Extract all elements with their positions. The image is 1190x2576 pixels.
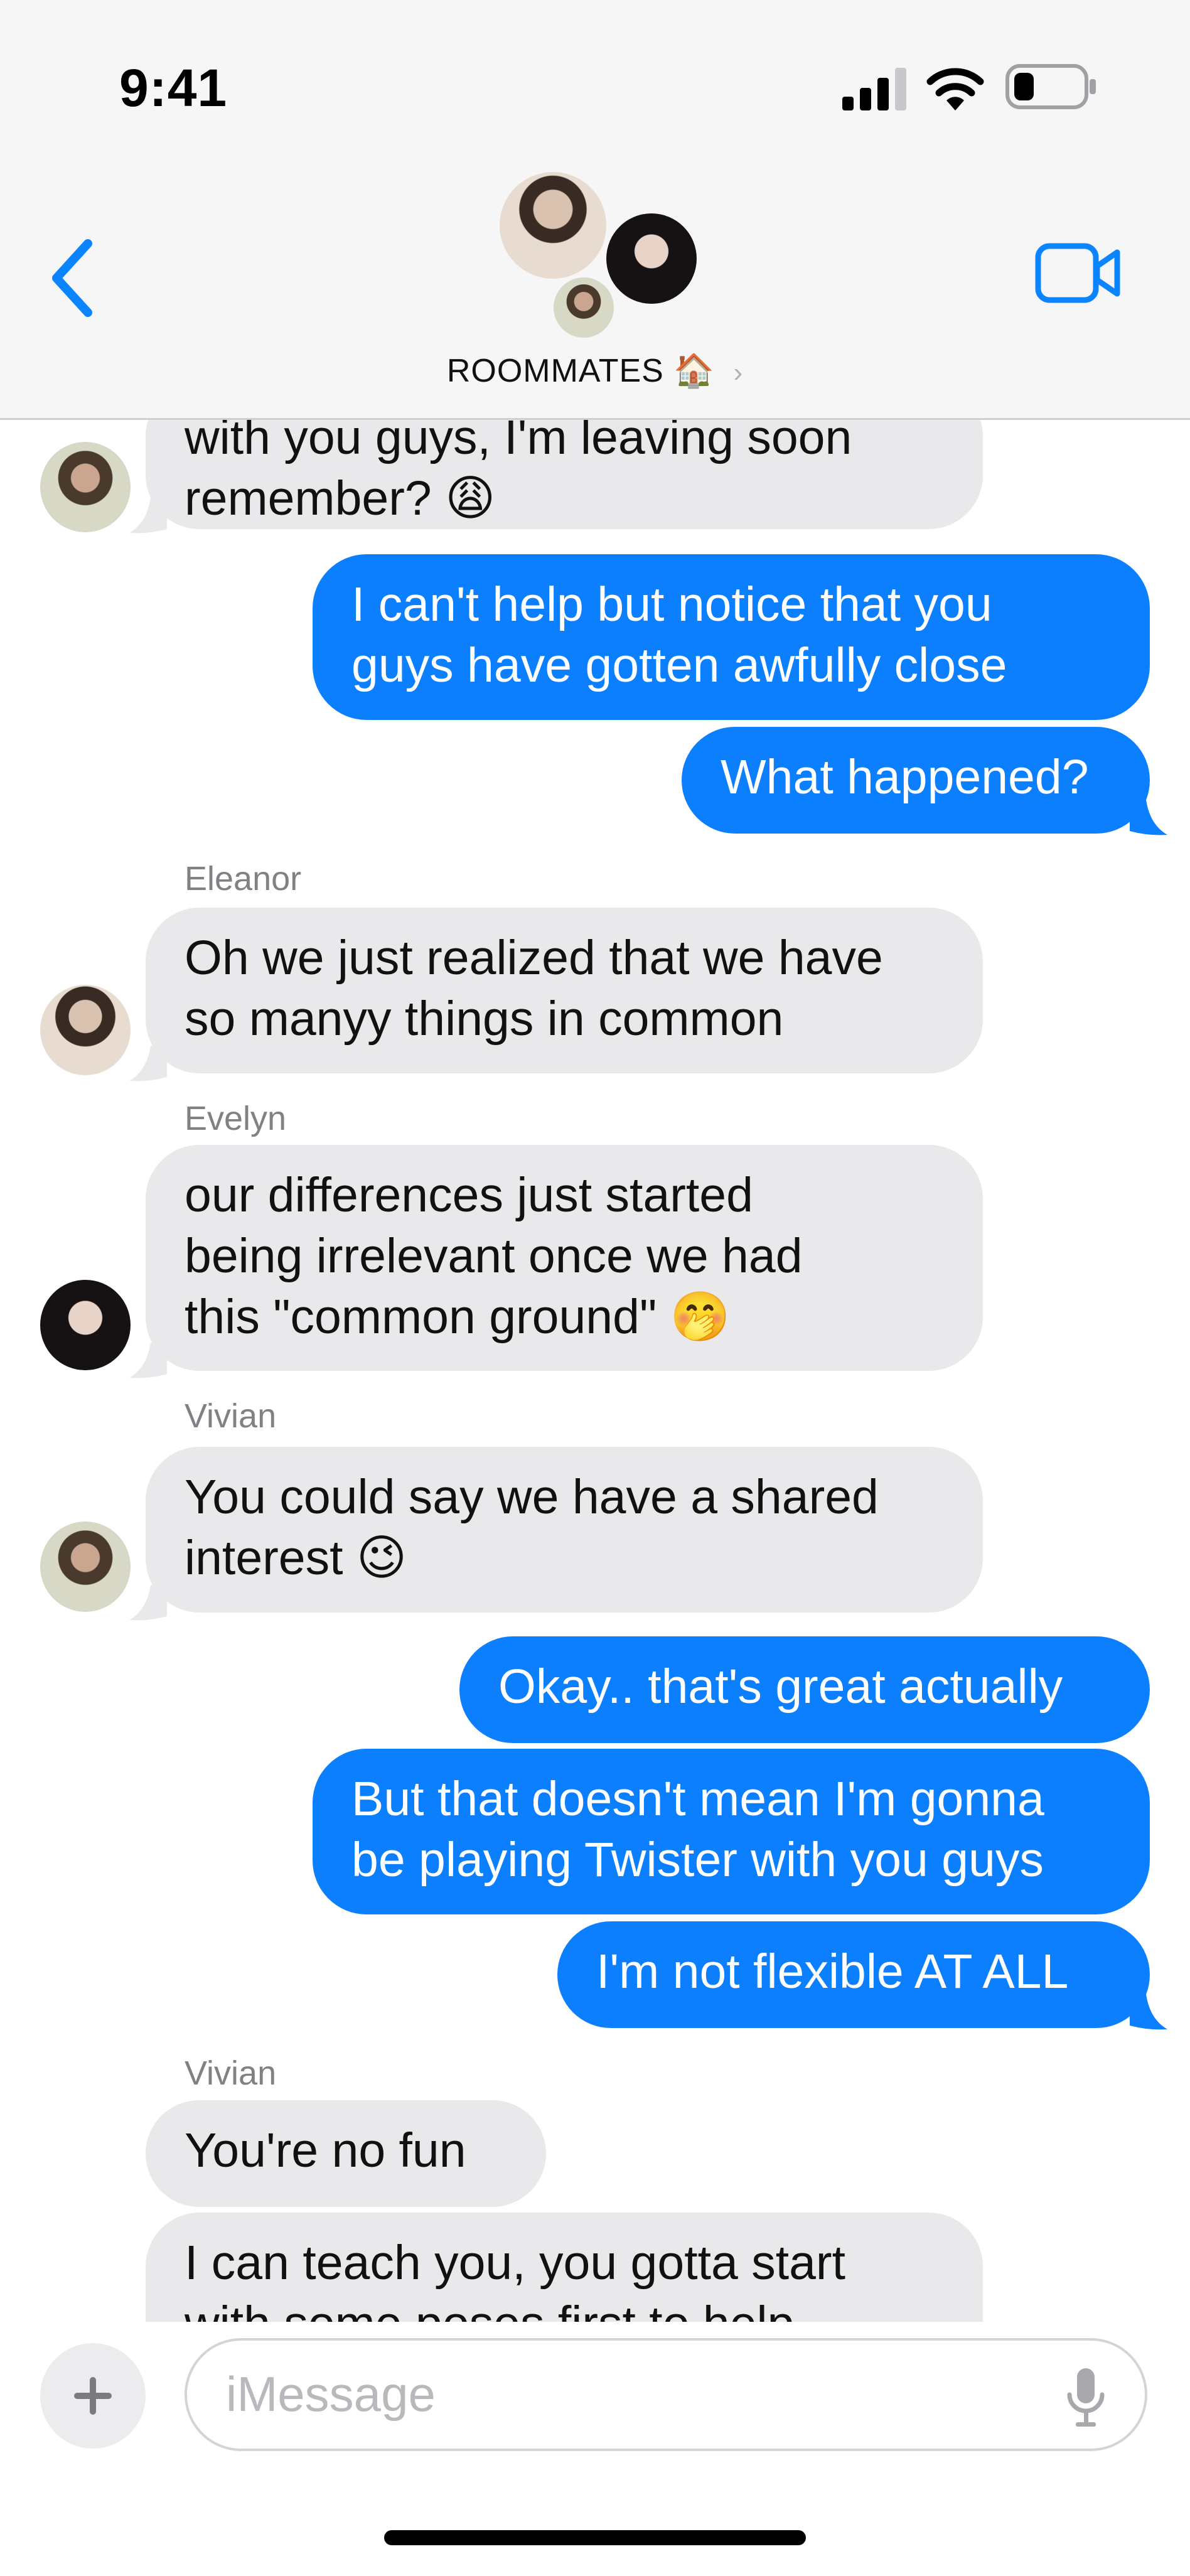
sender-name: Evelyn	[185, 1100, 287, 1137]
group-avatar-evelyn[interactable]	[606, 213, 697, 304]
group-name-button[interactable]: ROOMMATES 🏠 ›	[0, 352, 1190, 390]
avatar-vivian	[40, 442, 131, 532]
imessage-input[interactable]: iMessage	[185, 2338, 1147, 2451]
message-bubble-incoming[interactable]: You're no fun	[146, 2100, 546, 2207]
status-time: 9:41	[119, 58, 228, 117]
chevron-right-icon: ›	[733, 357, 744, 388]
compose-bar: iMessage	[0, 2322, 1190, 2576]
message-bubble-incoming[interactable]: with you guys, I'm leaving soon remember…	[146, 420, 983, 529]
avatar-evelyn	[40, 1280, 131, 1370]
sender-name: Vivian	[185, 1397, 277, 1435]
group-avatar-eleanor[interactable]	[500, 172, 606, 279]
group-avatar-vivian[interactable]	[554, 277, 614, 338]
back-chevron-icon[interactable]	[44, 237, 100, 319]
battery-icon	[1005, 64, 1096, 109]
message-bubble-incoming[interactable]: Oh we just realized that we have so many…	[146, 908, 983, 1073]
conversation-header: ROOMMATES 🏠 ›	[0, 169, 1190, 420]
message-bubble-outgoing[interactable]: Okay.. that's great actually	[459, 1636, 1150, 1743]
plus-icon	[74, 2377, 112, 2415]
message-bubble-outgoing[interactable]: I can't help but notice that you guys ha…	[313, 554, 1150, 720]
home-indicator	[384, 2530, 806, 2545]
message-list[interactable]: with you guys, I'm leaving soon remember…	[0, 420, 1190, 2322]
plus-button[interactable]	[40, 2343, 146, 2449]
house-emoji: 🏠	[673, 353, 716, 389]
bubble-tail	[1130, 800, 1167, 835]
status-bar: 9:41	[0, 0, 1190, 169]
sender-name: Eleanor	[185, 860, 302, 898]
group-name: ROOMMATES	[446, 353, 664, 389]
message-bubble-outgoing[interactable]: What happened?	[682, 727, 1150, 834]
microphone-icon[interactable]	[1066, 2366, 1106, 2428]
avatar-vivian	[40, 1521, 131, 1612]
video-camera-icon[interactable]	[1034, 239, 1122, 308]
bubble-tail	[1130, 1994, 1167, 2030]
message-bubble-outgoing[interactable]: I'm not flexible AT ALL	[557, 1921, 1150, 2028]
message-bubble-incoming[interactable]: You could say we have a shared interest …	[146, 1447, 983, 1613]
avatar-eleanor	[40, 985, 131, 1075]
wifi-icon	[926, 68, 984, 110]
message-bubble-incoming[interactable]: I can teach you, you gotta start with so…	[146, 2213, 983, 2322]
message-bubble-incoming[interactable]: our differences just started being irrel…	[146, 1145, 983, 1371]
imessage-placeholder: iMessage	[226, 2366, 436, 2422]
sender-name: Vivian	[185, 2054, 277, 2092]
message-bubble-outgoing[interactable]: But that doesn't mean I'm gonna be playi…	[313, 1749, 1150, 1914]
cellular-signal-icon	[842, 68, 906, 110]
